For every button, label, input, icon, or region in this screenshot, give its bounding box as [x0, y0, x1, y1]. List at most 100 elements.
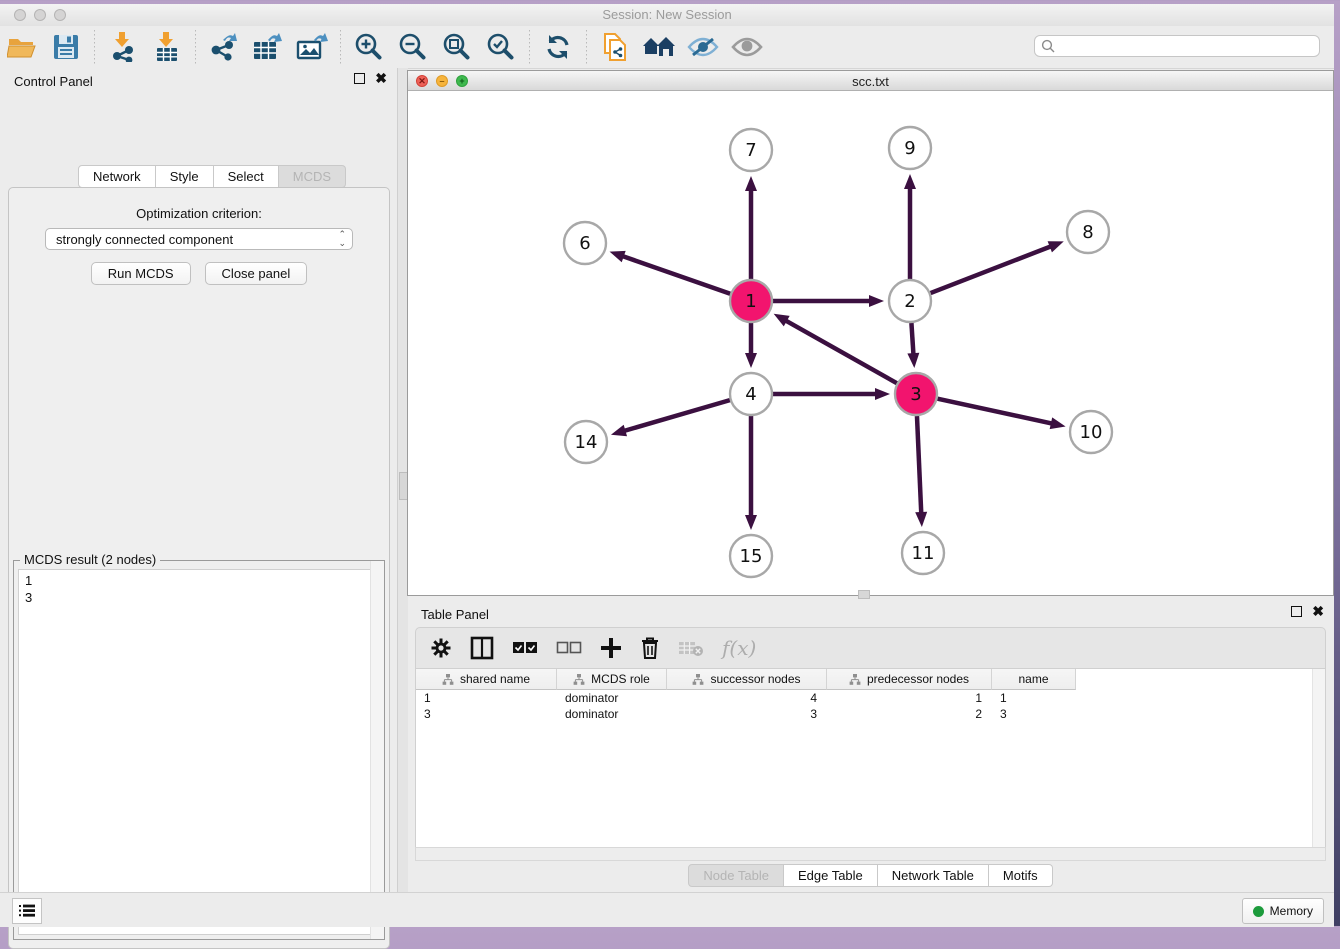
export-table-icon[interactable]: [251, 30, 285, 64]
cell-predecessor-nodes[interactable]: 1: [827, 690, 992, 706]
memory-button[interactable]: Memory: [1242, 898, 1324, 924]
edge-3-1[interactable]: [784, 320, 897, 384]
zoom-in-icon[interactable]: [352, 30, 386, 64]
tab-select[interactable]: Select: [214, 165, 279, 188]
task-history-button[interactable]: [12, 898, 42, 924]
tree-icon: [442, 674, 454, 685]
cell-mcds-role[interactable]: dominator: [557, 706, 667, 722]
column-header-successor-nodes[interactable]: successor nodes: [667, 669, 827, 690]
import-table-icon[interactable]: [150, 30, 184, 64]
table-scrollbar[interactable]: [1312, 669, 1325, 860]
run-mcds-button[interactable]: Run MCDS: [91, 262, 191, 285]
close-panel-button[interactable]: Close panel: [205, 262, 308, 285]
function-builder-icon[interactable]: f(x): [722, 636, 756, 660]
delete-table-icon[interactable]: [678, 639, 704, 657]
zoom-fit-icon[interactable]: [440, 30, 474, 64]
float-panel-icon[interactable]: [354, 73, 365, 84]
table-row[interactable]: 1 dominator 4 1 1: [416, 690, 1325, 706]
gear-icon[interactable]: [430, 637, 452, 659]
status-bar: Memory: [0, 892, 1334, 927]
search-field[interactable]: [1034, 35, 1320, 57]
close-panel-icon[interactable]: ✖: [375, 73, 387, 84]
import-network-icon[interactable]: [106, 30, 140, 64]
new-network-from-selection-icon[interactable]: [598, 30, 632, 64]
tree-icon: [573, 674, 585, 685]
mcds-result-group: MCDS result (2 nodes) 1 3: [13, 560, 385, 940]
houses-icon[interactable]: [642, 30, 676, 64]
zoom-selected-icon[interactable]: [484, 30, 518, 64]
arrowhead-2-9: [904, 174, 916, 189]
mcds-result-text[interactable]: 1 3: [18, 569, 380, 935]
arrowhead-3-11: [915, 512, 927, 527]
export-image-icon[interactable]: [295, 30, 329, 64]
criterion-dropdown[interactable]: strongly connected component ⌃⌄: [45, 228, 353, 250]
eye-icon[interactable]: [730, 30, 764, 64]
app-window: Session: New Session: [0, 4, 1334, 926]
memory-label: Memory: [1270, 904, 1313, 918]
cell-successor-nodes[interactable]: 3: [667, 706, 827, 722]
table-row[interactable]: 3 dominator 3 2 3: [416, 706, 1325, 722]
graph-node-label-7: 7: [745, 140, 756, 161]
cell-predecessor-nodes[interactable]: 2: [827, 706, 992, 722]
float-table-panel-icon[interactable]: [1291, 606, 1302, 617]
graph-node-label-2: 2: [904, 291, 915, 312]
tab-network[interactable]: Network: [78, 165, 156, 188]
memory-status-icon: [1253, 906, 1264, 917]
table-hscrollbar[interactable]: [415, 847, 1326, 861]
tree-icon: [692, 674, 704, 685]
network-window-titlebar[interactable]: ✕ – + scc.txt: [408, 71, 1333, 91]
control-panel-title: Control Panel: [14, 74, 93, 89]
arrowhead-4-15: [745, 515, 757, 530]
column-header-mcds-role[interactable]: MCDS role: [557, 669, 667, 690]
zoom-out-icon[interactable]: [396, 30, 430, 64]
cell-successor-nodes[interactable]: 4: [667, 690, 827, 706]
tab-style[interactable]: Style: [156, 165, 214, 188]
table-panel-title: Table Panel: [421, 607, 489, 622]
close-table-panel-icon[interactable]: ✖: [1312, 606, 1324, 617]
column-header-shared-name[interactable]: shared name: [416, 669, 557, 690]
cell-name[interactable]: 1: [992, 690, 1076, 706]
column-chooser-icon[interactable]: [470, 636, 494, 660]
trash-icon[interactable]: [640, 636, 660, 660]
open-session-icon[interactable]: [5, 30, 39, 64]
tab-motifs[interactable]: Motifs: [989, 864, 1053, 887]
deselect-all-checks-icon[interactable]: [556, 641, 582, 655]
network-canvas-svg: 7968124314101511: [409, 92, 1332, 594]
edge-1-6[interactable]: [621, 256, 730, 294]
node-table: shared name MCDS role successor nodes pr…: [415, 669, 1326, 861]
tab-edge-table[interactable]: Edge Table: [784, 864, 878, 887]
search-input[interactable]: [1056, 38, 1319, 54]
add-column-icon[interactable]: [600, 637, 622, 659]
arrowhead-4-14: [611, 425, 627, 437]
network-window: ✕ – + scc.txt 7968124314101511: [407, 70, 1334, 596]
export-network-icon[interactable]: [207, 30, 241, 64]
toolbar-separator: [529, 30, 530, 64]
horizontal-splitter-grip[interactable]: [858, 590, 870, 599]
edge-2-3[interactable]: [911, 323, 913, 356]
mcds-result-title: MCDS result (2 nodes): [20, 552, 160, 567]
toolbar-separator: [586, 30, 587, 64]
cell-shared-name[interactable]: 1: [416, 690, 557, 706]
tab-node-table[interactable]: Node Table: [688, 864, 784, 887]
save-session-icon[interactable]: [49, 30, 83, 64]
column-header-name[interactable]: name: [992, 669, 1076, 690]
tab-mcds[interactable]: MCDS: [279, 165, 346, 188]
edge-4-14[interactable]: [622, 400, 729, 431]
edge-2-8[interactable]: [931, 246, 1053, 293]
eye-slash-icon[interactable]: [686, 30, 720, 64]
edge-3-11[interactable]: [917, 416, 921, 515]
cell-mcds-role[interactable]: dominator: [557, 690, 667, 706]
cell-name[interactable]: 3: [992, 706, 1076, 722]
arrowhead-2-3: [907, 353, 919, 368]
cell-shared-name[interactable]: 3: [416, 706, 557, 722]
mcds-result-scrollbar[interactable]: [370, 561, 384, 939]
select-all-checks-icon[interactable]: [512, 641, 538, 655]
refresh-icon[interactable]: [541, 30, 575, 64]
arrowhead-1-2: [869, 295, 884, 307]
arrowhead-1-4: [745, 353, 757, 368]
criterion-value: strongly connected component: [56, 232, 233, 247]
edge-3-10[interactable]: [937, 399, 1053, 424]
column-header-predecessor-nodes[interactable]: predecessor nodes: [827, 669, 992, 690]
tab-network-table[interactable]: Network Table: [878, 864, 989, 887]
network-canvas[interactable]: 7968124314101511: [409, 92, 1332, 594]
